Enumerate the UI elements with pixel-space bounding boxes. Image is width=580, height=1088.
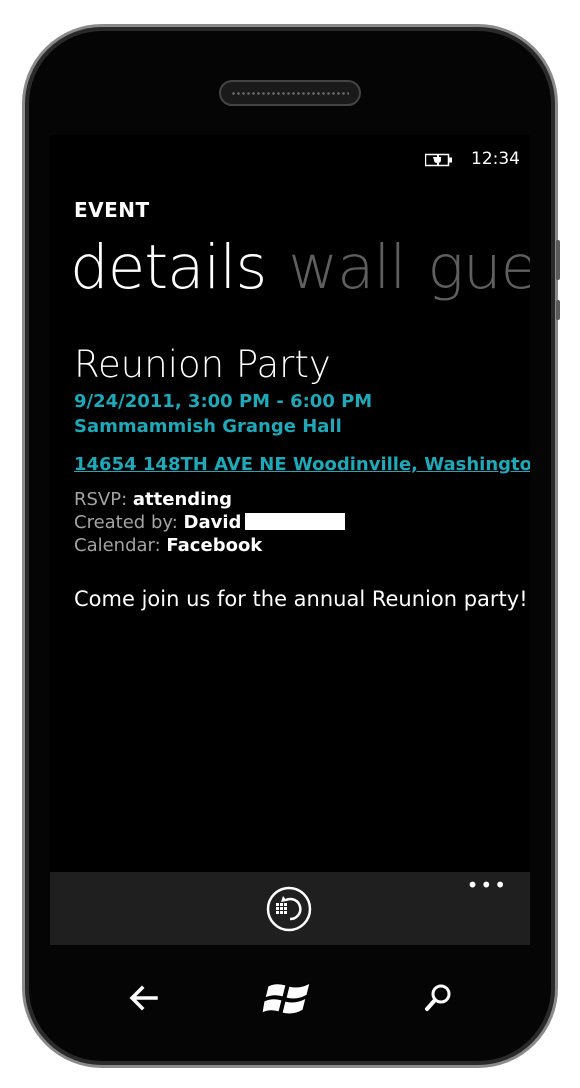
volume-button xyxy=(556,240,560,280)
clock: 12:34 xyxy=(471,149,520,169)
hardware-back-button[interactable] xyxy=(124,978,164,1018)
created-by-value: David xyxy=(183,512,242,533)
event-address-link[interactable]: 14654 148TH AVE NE Woodinville, Washingt… xyxy=(74,454,530,475)
calendar-label: Calendar: xyxy=(74,535,161,556)
pivot-header: details wall gue xyxy=(70,227,530,309)
pivot-item-guests[interactable]: gue xyxy=(427,232,530,303)
rsvp-label: RSVP: xyxy=(74,489,128,510)
app-title: EVENT xyxy=(74,198,150,222)
calendar-refresh-button[interactable] xyxy=(266,886,312,932)
app-bar: ••• xyxy=(50,872,530,945)
event-place: Sammammish Grange Hall xyxy=(74,416,342,437)
app-bar-more-button[interactable]: ••• xyxy=(467,875,508,895)
calendar-refresh-icon xyxy=(266,886,312,932)
redaction-box xyxy=(245,513,346,530)
rsvp-value: attending xyxy=(132,489,233,510)
pivot-item-details[interactable]: details xyxy=(70,232,267,303)
calendar-row: Calendar: Facebook xyxy=(74,535,262,556)
event-title: Reunion Party xyxy=(74,343,331,386)
battery-charging-icon xyxy=(425,153,452,166)
search-icon xyxy=(425,984,451,1011)
rsvp-row: RSVP: attending xyxy=(74,489,232,510)
windows-logo-icon xyxy=(261,982,311,1015)
event-time: 9/24/2011, 3:00 PM - 6:00 PM xyxy=(74,391,373,412)
back-arrow-icon xyxy=(129,985,158,1011)
pivot-item-wall[interactable]: wall xyxy=(288,232,406,303)
created-by-label: Created by: xyxy=(74,512,178,533)
speaker-grille xyxy=(219,80,361,106)
event-description: Come join us for the annual Reunion part… xyxy=(74,587,528,611)
hardware-search-button[interactable] xyxy=(418,978,458,1018)
hardware-start-button[interactable] xyxy=(261,976,318,1022)
status-bar: 12:34 xyxy=(425,149,520,169)
power-button xyxy=(556,300,560,320)
phone-screen: 12:34 EVENT details wall gue Reunion Party… xyxy=(50,135,530,945)
created-by-row: Created by: David xyxy=(74,512,346,533)
calendar-value: Facebook xyxy=(166,535,263,556)
